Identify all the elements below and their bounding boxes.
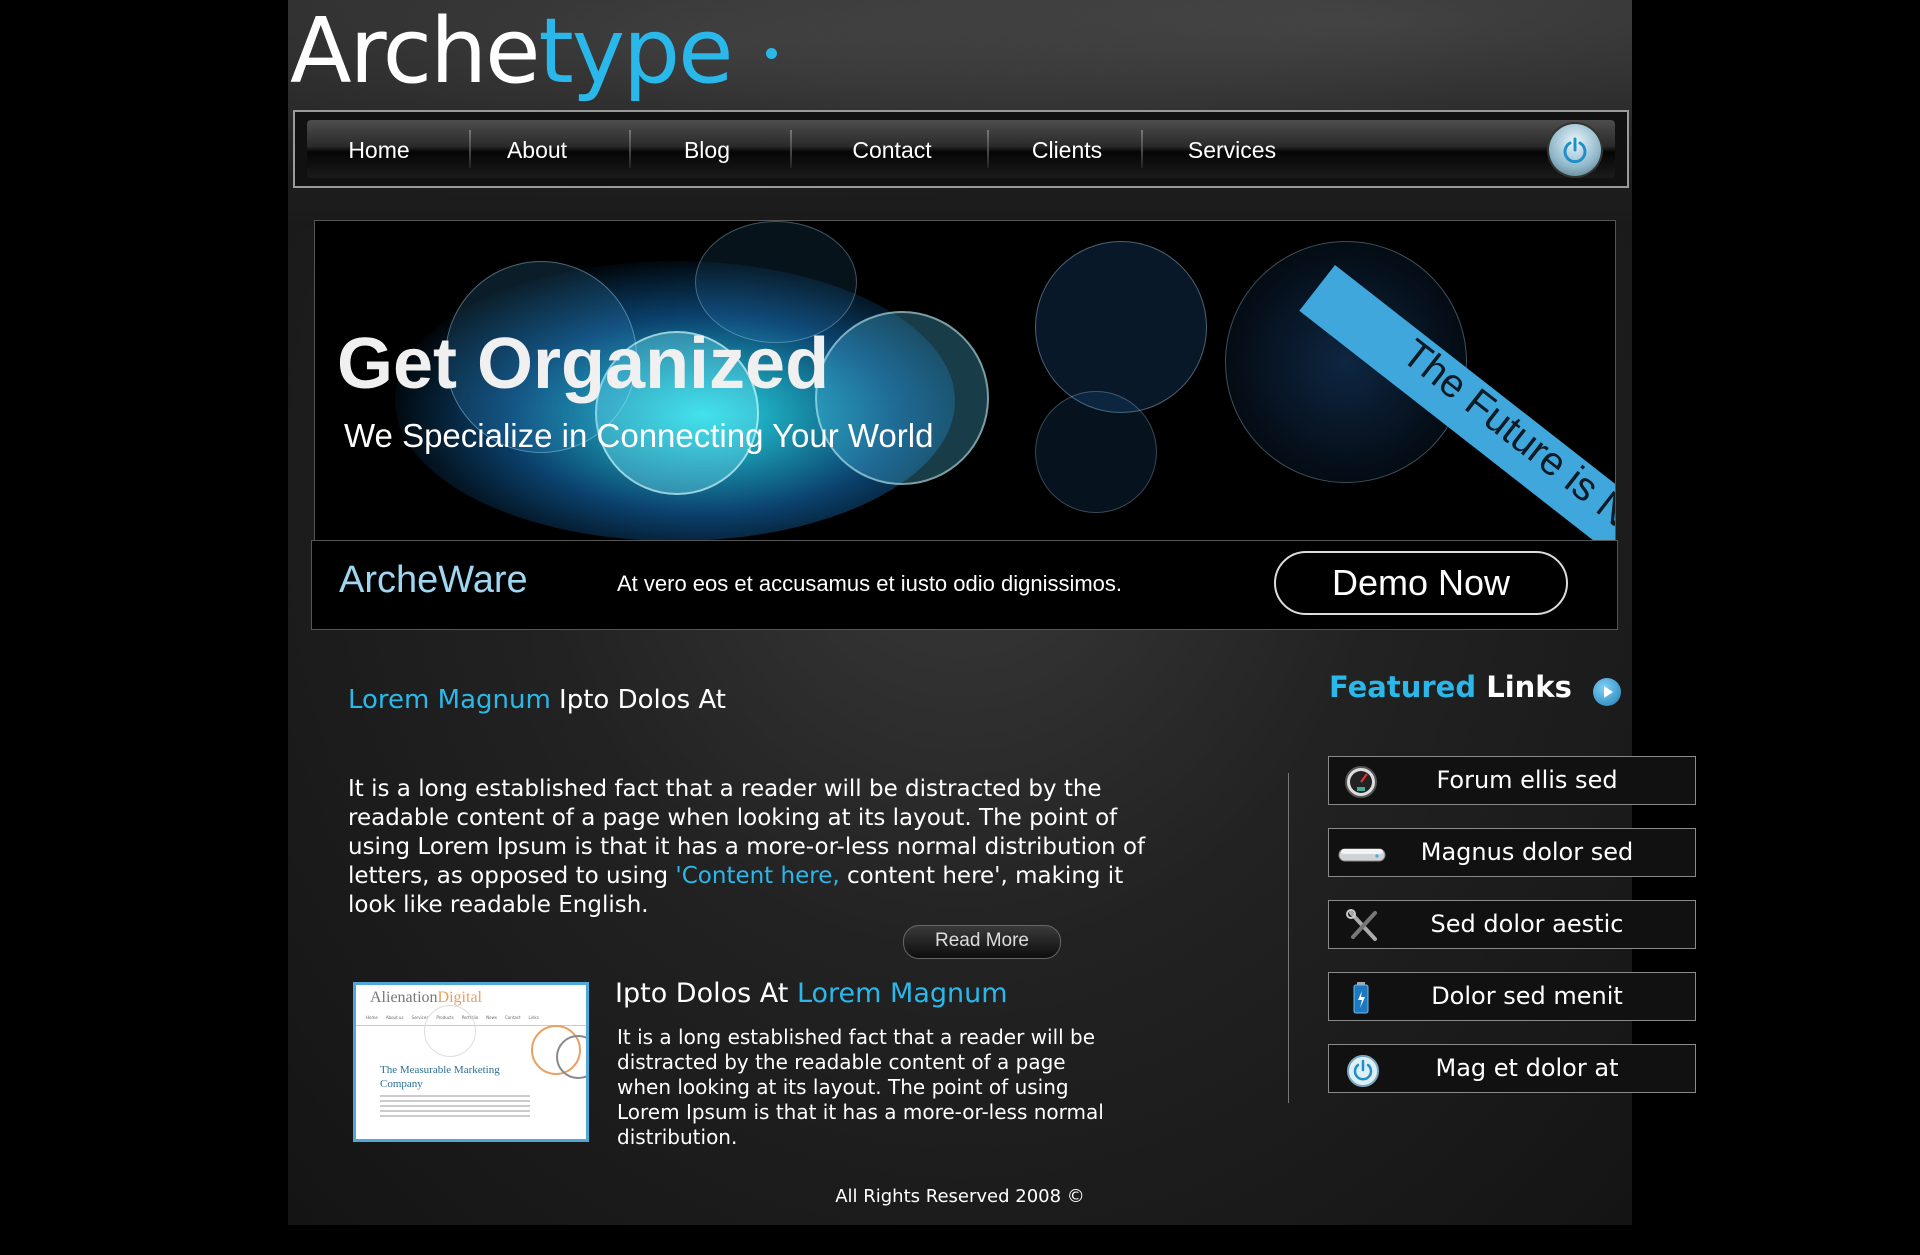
read-more-button[interactable]: Read More	[903, 925, 1061, 959]
demo-brand: ArcheWare	[339, 559, 528, 601]
sub-article-title: Ipto Dolos At Lorem Magnum	[615, 978, 1008, 1009]
nav-separator	[469, 130, 471, 168]
page: Archetype Home About Blog Contact Client…	[288, 0, 1696, 1225]
featured-link-label: Mag et dolor at	[1435, 1054, 1619, 1082]
hero-bokeh	[1035, 391, 1157, 513]
nav-item-clients[interactable]: Clients	[997, 120, 1137, 180]
logo-dot	[766, 48, 777, 59]
hero-bokeh	[1035, 241, 1207, 413]
nav-separator	[790, 130, 792, 168]
nav-bar: Home About Blog Contact Clients Services	[307, 120, 1615, 178]
nav-item-services[interactable]: Services	[1157, 120, 1307, 180]
hero-title: Get Organized	[337, 324, 830, 404]
nav-item-home[interactable]: Home	[329, 120, 429, 180]
power-button[interactable]	[1549, 124, 1601, 176]
power-icon	[1563, 137, 1587, 164]
nav-separator	[987, 130, 989, 168]
column-divider	[1288, 773, 1289, 1103]
hero-subtitle: We Specialize in Connecting Your World	[344, 417, 934, 454]
site-logo[interactable]: Archetype	[290, 0, 734, 104]
sub-article-paragraph: It is a long established fact that a rea…	[617, 1025, 1104, 1149]
thumb-nav-item: Home	[366, 1015, 378, 1020]
thumb-brand-text: Alienation	[370, 989, 438, 1006]
article-title-highlight: Lorem Magnum	[348, 685, 551, 715]
thumb-brand-highlight: Digital	[437, 989, 482, 1006]
article-paragraph: It is a long established fact that a rea…	[348, 775, 1178, 920]
featured-link-magnus[interactable]: Magnus dolor sed	[1328, 828, 1696, 877]
nav-item-about[interactable]: About	[477, 120, 597, 180]
thumb-heading: The Measurable Marketing Company	[380, 1064, 500, 1090]
featured-link-label: Dolor sed menit	[1431, 982, 1623, 1010]
thumb-nav-item: About us	[385, 1015, 404, 1020]
thumb-decoration	[424, 1005, 476, 1057]
footer-copyright: All Rights Reserved 2008 ©	[835, 1186, 1085, 1207]
article-title: Lorem Magnum Ipto Dolos At	[348, 685, 726, 715]
hero-bokeh	[815, 311, 989, 485]
featured-link-dolor-sed[interactable]: Dolor sed menit	[1328, 972, 1696, 1021]
logo-text-part2: type	[538, 0, 734, 104]
nav-item-contact[interactable]: Contact	[802, 120, 982, 180]
demo-now-button[interactable]: Demo Now	[1274, 551, 1568, 615]
logo-text-part1: Arche	[290, 0, 540, 104]
featured-title-rest: Links	[1476, 670, 1572, 704]
demo-description: At vero eos et accusamus et iusto odio d…	[617, 571, 1123, 596]
play-arrow-icon[interactable]	[1593, 678, 1621, 706]
thumb-nav-item: News	[486, 1015, 497, 1020]
main-nav: Home About Blog Contact Clients Services	[293, 110, 1629, 188]
featured-link-label: Sed dolor aestic	[1430, 910, 1624, 938]
featured-link-forum[interactable]: Forum ellis sed	[1328, 756, 1696, 805]
article-title-rest: Ipto Dolos At	[550, 685, 726, 715]
thumb-brand: AlienationDigital	[370, 989, 482, 1007]
nav-separator	[629, 130, 631, 168]
featured-link-mag-et[interactable]: Mag et dolor at	[1328, 1044, 1696, 1093]
featured-title-highlight: Featured	[1329, 670, 1477, 704]
nav-item-blog[interactable]: Blog	[652, 120, 762, 180]
sub-article-title-rest: Ipto Dolos At	[615, 978, 797, 1009]
featured-links-title: Featured Links	[1329, 670, 1572, 704]
thumb-nav-item: Contact	[504, 1015, 521, 1020]
article-thumbnail[interactable]: AlienationDigital Home About us Services…	[353, 982, 589, 1142]
featured-link-sed-dolor[interactable]: Sed dolor aestic	[1328, 900, 1696, 949]
nav-separator	[1141, 130, 1143, 168]
sub-article-title-highlight: Lorem Magnum	[796, 978, 1008, 1009]
thumb-text-lines	[380, 1095, 530, 1097]
featured-link-label: Magnus dolor sed	[1420, 838, 1634, 866]
content-here-link[interactable]: 'Content here,	[675, 863, 839, 889]
hero-banner: Get Organized We Specialize in Connectin…	[314, 220, 1616, 542]
thumb-nav: Home About us Services Products Portfoli…	[366, 1015, 586, 1022]
demo-bar: ArcheWare At vero eos et accusamus et iu…	[311, 540, 1618, 630]
featured-link-label: Forum ellis sed	[1436, 766, 1618, 794]
thumb-nav-item: Links	[528, 1015, 539, 1020]
